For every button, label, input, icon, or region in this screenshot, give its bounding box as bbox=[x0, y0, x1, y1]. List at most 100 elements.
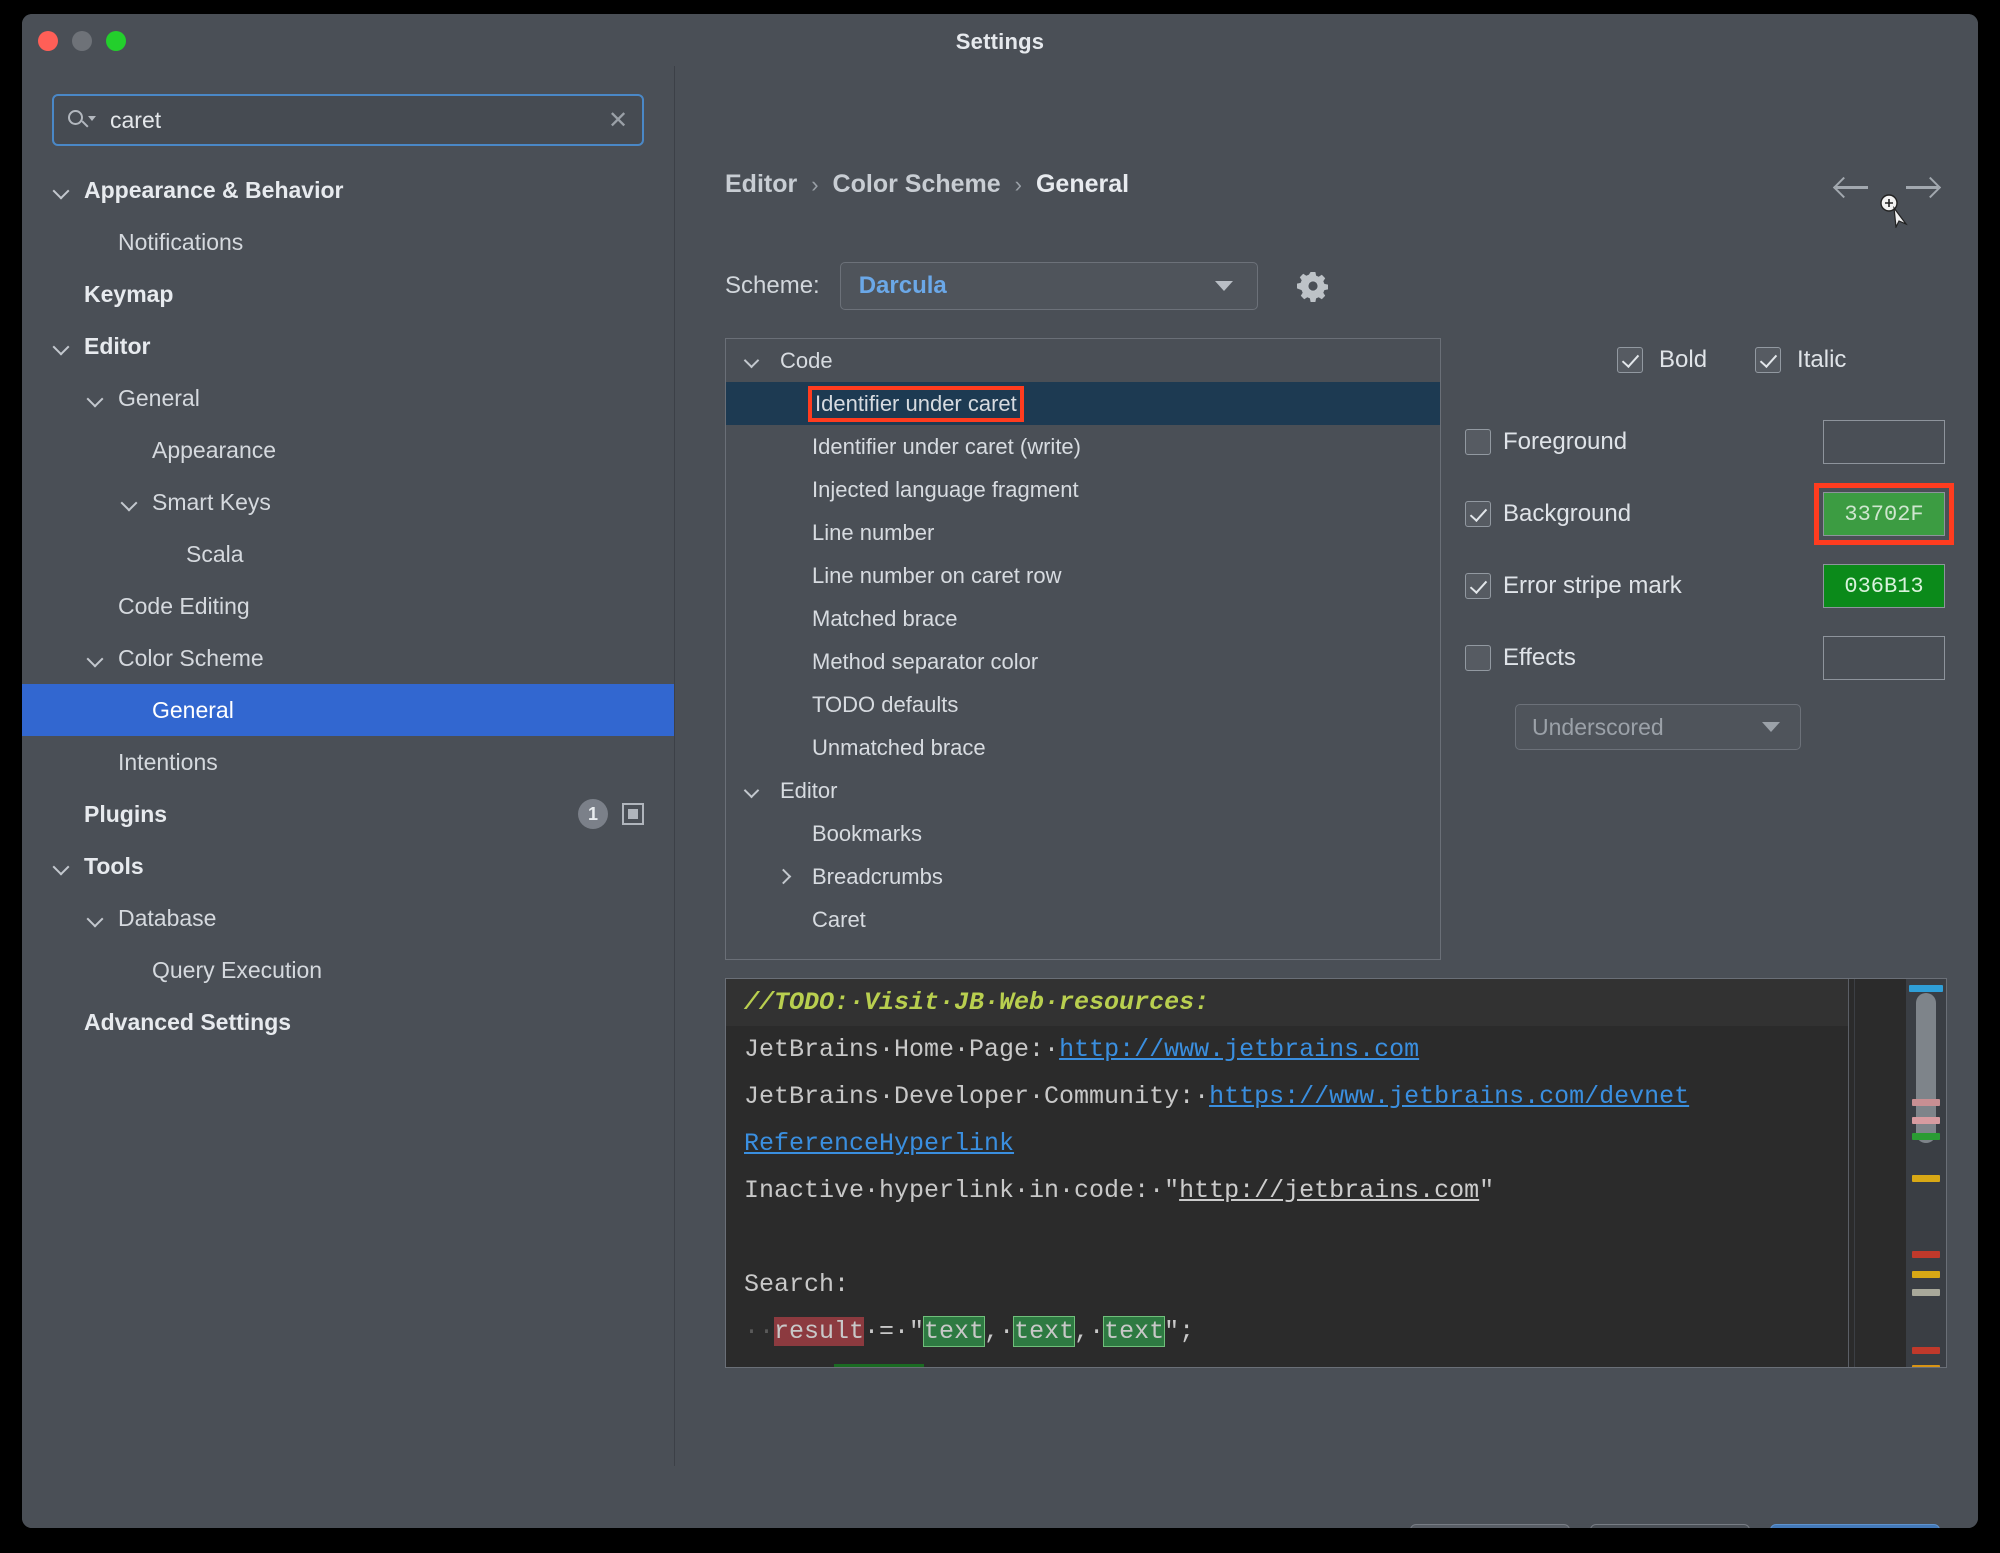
color-list-row[interactable]: Bookmarks bbox=[726, 812, 1440, 855]
sidebar-item-tools[interactable]: Tools bbox=[22, 840, 674, 892]
chevron-down-icon[interactable] bbox=[116, 489, 142, 515]
code-token: ·=·" bbox=[864, 1317, 925, 1346]
error-stripe-mark[interactable] bbox=[1912, 1133, 1940, 1140]
sidebar-item-label: Database bbox=[118, 904, 217, 931]
error-stripe-mark-color-swatch[interactable]: 036B13 bbox=[1823, 564, 1945, 608]
sidebar-item-notifications[interactable]: Notifications bbox=[22, 216, 674, 268]
ok-button[interactable]: OK bbox=[1770, 1524, 1940, 1528]
chevron-down-icon[interactable] bbox=[82, 905, 108, 931]
chevron-down-icon[interactable] bbox=[740, 780, 768, 802]
breadcrumb-item[interactable]: Color Scheme bbox=[833, 170, 1001, 199]
sidebar-item-label: Code Editing bbox=[118, 592, 250, 619]
error-stripe-mark[interactable] bbox=[1912, 1099, 1940, 1106]
color-list-row[interactable]: Identifier under caret (write) bbox=[726, 425, 1440, 468]
sidebar-item-plugins[interactable]: Plugins 1 bbox=[22, 788, 674, 840]
sidebar-item-scala[interactable]: Scala bbox=[22, 528, 674, 580]
attribute-label: Error stripe mark bbox=[1503, 572, 1682, 599]
apply-button[interactable]: Apply bbox=[1590, 1524, 1750, 1528]
foreground-checkbox[interactable] bbox=[1465, 429, 1491, 455]
sidebar-item-general[interactable]: General bbox=[22, 684, 674, 736]
background-color-swatch[interactable]: 33702F bbox=[1814, 483, 1954, 545]
chevron-right-icon[interactable] bbox=[772, 866, 800, 888]
error-stripe-bar[interactable] bbox=[1906, 979, 1946, 1367]
background-checkbox[interactable] bbox=[1465, 501, 1491, 527]
search-field[interactable]: ✕ bbox=[52, 94, 644, 146]
color-list-row[interactable]: Line number bbox=[726, 511, 1440, 554]
bold-checkbox[interactable] bbox=[1617, 347, 1643, 373]
error-stripe-mark[interactable] bbox=[1909, 985, 1943, 992]
sidebar-item-appearance[interactable]: Appearance bbox=[22, 424, 674, 476]
italic-label: Italic bbox=[1797, 346, 1847, 373]
error-stripe-mark[interactable] bbox=[1912, 1271, 1940, 1278]
sidebar-item-advanced-settings[interactable]: Advanced Settings bbox=[22, 996, 674, 1048]
color-list-label: Bookmarks bbox=[812, 820, 923, 846]
chevron-down-icon[interactable] bbox=[48, 853, 74, 879]
code-token: //TODO:·Visit·JB·Web·resources: bbox=[744, 988, 1210, 1017]
color-list-label: Editor bbox=[780, 777, 838, 803]
color-list-row[interactable]: Injected language fragment bbox=[726, 468, 1440, 511]
sidebar-item-database[interactable]: Database bbox=[22, 892, 674, 944]
search-input[interactable] bbox=[98, 105, 594, 135]
effects-color-swatch[interactable] bbox=[1823, 636, 1945, 680]
foreground-color-swatch[interactable] bbox=[1823, 420, 1945, 464]
error-stripe-mark[interactable] bbox=[1912, 1347, 1940, 1354]
clear-search-icon[interactable]: ✕ bbox=[594, 106, 642, 135]
color-list-row[interactable]: Identifier under caret bbox=[726, 382, 1440, 425]
chevron-down-icon[interactable] bbox=[82, 385, 108, 411]
sidebar-item-appearance-behavior[interactable]: Appearance & Behavior bbox=[22, 164, 674, 216]
color-list-label: Method separator color bbox=[812, 648, 1039, 674]
color-list-row[interactable]: Breadcrumbs bbox=[726, 855, 1440, 898]
error-stripe-mark[interactable] bbox=[1912, 1251, 1940, 1258]
color-list-row[interactable]: Code bbox=[726, 339, 1440, 382]
chevron-down-icon[interactable] bbox=[82, 645, 108, 671]
sidebar-item-label: Scala bbox=[186, 540, 244, 567]
preview-code-line: Inactive·hyperlink·in·code:·"http://jetb… bbox=[726, 1167, 1848, 1214]
sidebar-item-smart-keys[interactable]: Smart Keys bbox=[22, 476, 674, 528]
chevron-down-icon[interactable] bbox=[48, 333, 74, 359]
scheme-row: Scheme: Darcula bbox=[725, 262, 1330, 310]
plugin-panel-icon[interactable] bbox=[622, 803, 644, 825]
error-stripe-mark[interactable] bbox=[1912, 1175, 1940, 1182]
forward-arrow-icon[interactable] bbox=[1902, 172, 1942, 202]
code-preview[interactable]: //TODO:·Visit·JB·Web·resources: JetBrains… bbox=[725, 978, 1947, 1368]
code-token: ·· bbox=[744, 1317, 775, 1346]
color-list-row[interactable]: Matched brace bbox=[726, 597, 1440, 640]
chevron-down-icon[interactable] bbox=[740, 350, 768, 372]
color-list-row[interactable]: Line number on caret row bbox=[726, 554, 1440, 597]
sidebar-item-general[interactable]: General bbox=[22, 372, 674, 424]
breadcrumb-item[interactable]: Editor bbox=[725, 170, 797, 199]
code-token: text bbox=[923, 1316, 986, 1347]
sidebar-item-color-scheme[interactable]: Color Scheme bbox=[22, 632, 674, 684]
back-arrow-icon[interactable] bbox=[1832, 172, 1872, 202]
italic-checkbox[interactable] bbox=[1755, 347, 1782, 373]
color-list-row[interactable]: Method separator color bbox=[726, 640, 1440, 683]
error-stripe-mark[interactable] bbox=[1912, 1117, 1940, 1124]
color-list-row[interactable]: TODO defaults bbox=[726, 683, 1440, 726]
color-list-label: Caret bbox=[812, 906, 866, 932]
cancel-button[interactable]: Cancel bbox=[1410, 1524, 1570, 1528]
sidebar-item-editor[interactable]: Editor bbox=[22, 320, 674, 372]
gear-icon[interactable] bbox=[1296, 269, 1330, 303]
effect-type-dropdown[interactable]: Underscored bbox=[1515, 704, 1801, 750]
preview-code-area: //TODO:·Visit·JB·Web·resources: JetBrains… bbox=[726, 979, 1848, 1367]
color-list-row[interactable]: Unmatched brace bbox=[726, 726, 1440, 769]
sidebar-item-keymap[interactable]: Keymap bbox=[22, 268, 674, 320]
error-stripe-mark[interactable] bbox=[1912, 1289, 1940, 1296]
color-list-row[interactable]: Caret bbox=[726, 898, 1440, 941]
code-token: i bbox=[774, 1364, 789, 1367]
color-settings-list[interactable]: Code Identifier under caret Identifier und… bbox=[725, 338, 1441, 960]
color-list-row[interactable]: Editor bbox=[726, 769, 1440, 812]
sidebar-item-code-editing[interactable]: Code Editing bbox=[22, 580, 674, 632]
sidebar-item-query-execution[interactable]: Query Execution bbox=[22, 944, 674, 996]
effects-checkbox[interactable] bbox=[1465, 645, 1491, 671]
sidebar-item-intentions[interactable]: Intentions bbox=[22, 736, 674, 788]
chevron-down-icon[interactable] bbox=[48, 177, 74, 203]
error-stripe-mark-checkbox[interactable] bbox=[1465, 573, 1491, 599]
scheme-dropdown[interactable]: Darcula bbox=[839, 262, 1258, 310]
color-list-label: Unmatched brace bbox=[812, 734, 986, 760]
error-stripe-mark[interactable] bbox=[1912, 1365, 1940, 1367]
